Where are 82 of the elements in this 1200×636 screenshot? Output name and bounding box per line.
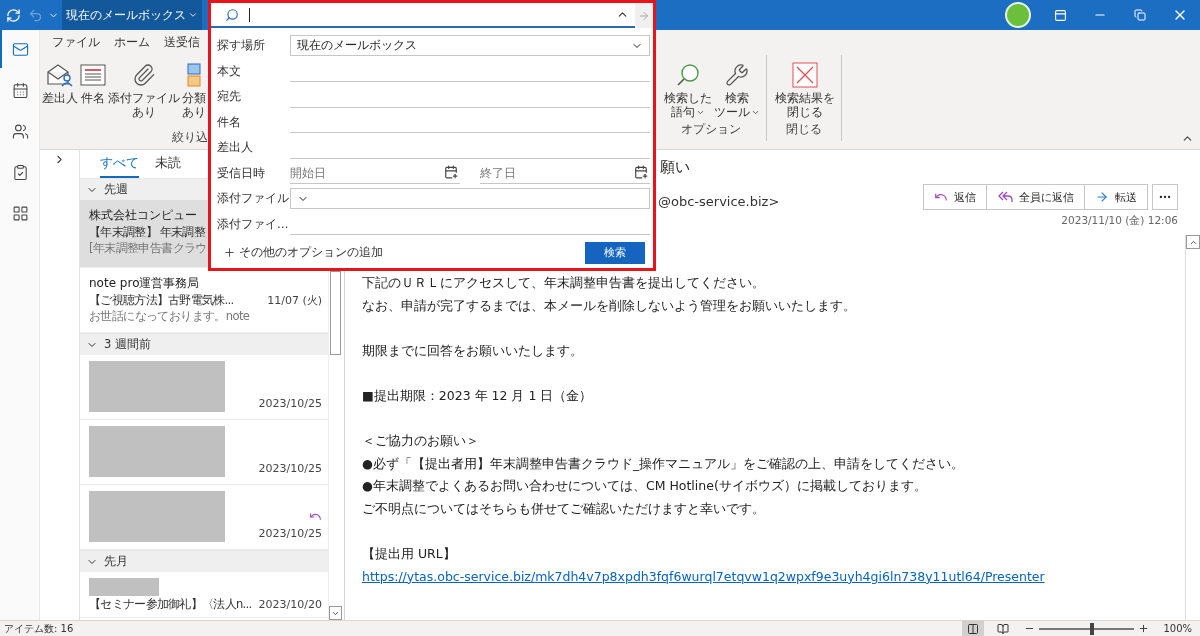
group-label: 絞り込: [171, 129, 208, 146]
ribbon-button[interactable]: 検索 ツール: [714, 57, 760, 121]
group-header[interactable]: 3 週間前: [80, 333, 328, 355]
scrollbar-thumb[interactable]: [330, 271, 341, 355]
field-label: 添付ファイ…: [217, 216, 290, 232]
normal-view-icon[interactable]: [962, 621, 985, 636]
avatar[interactable]: [1005, 2, 1031, 28]
close-box-icon: [792, 62, 818, 88]
message-preview: [年末調整申告書クラウ: [89, 240, 207, 256]
calendar-icon[interactable]: [634, 165, 648, 180]
ribbon-button[interactable]: 件名: [80, 57, 106, 107]
action-button[interactable]: 返信: [924, 185, 987, 209]
ribbon-button[interactable]: 分類 あり: [182, 57, 206, 121]
group-label: 3 週間前: [104, 337, 151, 352]
filter-tab[interactable]: 未読: [155, 154, 181, 178]
message-subject: 【年末調整】 年末調整: [89, 224, 205, 240]
reply-all-icon: [997, 190, 1013, 204]
magnifier-icon: [675, 62, 701, 88]
slider-thumb[interactable]: [1089, 622, 1094, 635]
search-button[interactable]: 検索: [585, 241, 645, 264]
ribbon-button[interactable]: 添付ファイル あり: [108, 57, 180, 121]
message-date: 2023/10/25: [258, 397, 322, 410]
dropdown[interactable]: 現在のメールボックス: [290, 35, 650, 57]
body-text: 【提出用 URL】: [362, 545, 457, 564]
date-field[interactable]: 開始日: [290, 162, 460, 185]
message-preview: お世話になっております。note: [89, 308, 250, 324]
message-subject: 【ご視聴方法】古野電気株...: [89, 292, 234, 308]
field-label: 差出人: [217, 140, 254, 156]
text-cursor: [249, 7, 250, 22]
paperclip-icon: [132, 63, 156, 87]
message-date: 11/07 (火): [267, 292, 322, 308]
field-label: 件名: [217, 114, 242, 130]
group-label: 先月: [104, 554, 128, 569]
message-date: 2023/10/20: [258, 597, 322, 611]
group-label: 閉じる: [785, 121, 823, 138]
body-text: 下記のＵＲＬにアクセスして、年末調整申告書を提出してください。: [362, 274, 766, 292]
ribbon-button[interactable]: 検索結果を 閉じる: [775, 57, 835, 121]
envelope-person-icon: [46, 62, 74, 88]
email-date: 2023/11/10 (金) 12:06: [1060, 213, 1178, 227]
chevron-down-icon: [188, 10, 198, 20]
mailbox-selector[interactable]: 現在のメールボックス: [62, 0, 202, 30]
group-label: オプション: [680, 121, 742, 138]
squares-icon: [186, 62, 202, 88]
url-link[interactable]: https://ytas.obc-service.biz/mk7dh4v7p8xpdh3fqf6wurql7etqvw1q2wpxf9e3uyh4gi6ln738y11utl64/Presenter: [362, 565, 1045, 589]
ribbon-button[interactable]: 差出人: [42, 57, 78, 107]
action-button[interactable]: 全員に返信: [987, 185, 1085, 209]
item-count: アイテム数: 16: [4, 621, 74, 636]
lines-icon: [80, 63, 106, 87]
body-text: ●年末調整でよくあるお問い合わせについては、CM Hotline(サイボウズ）に掲載しております。: [362, 477, 928, 496]
message-date: 2023/10/25: [258, 527, 322, 540]
body-text: ご不明点についてはそちらも併せてご確認いただけますと幸いです。: [362, 499, 766, 518]
email-subject: 願い: [660, 157, 690, 177]
message-date: 2023/10/25: [258, 462, 322, 475]
field-label: 受信日時: [217, 165, 266, 181]
calendar-icon[interactable]: [444, 165, 458, 180]
redaction-block: [89, 578, 159, 596]
zoom-in-icon[interactable]: [1138, 623, 1150, 634]
sender-name: note pro運営事務局: [89, 275, 200, 292]
date-field[interactable]: 終了日: [480, 162, 650, 185]
body-text: なお、申請が完了するまでは、本メールを削除しないよう管理をお願いいたします。: [362, 296, 857, 315]
field-label: 本文: [217, 63, 242, 79]
ribbon-tab[interactable]: 送受信: [164, 35, 200, 50]
group-label: 先週: [104, 182, 128, 197]
body-text: ●必ず「【提出者用】年末調整申告書クラウド_操作マニュアル」をご確認の上、申請をしてください。: [362, 454, 966, 473]
message-subject: 【セミナー参加御礼】〈法人n...: [89, 596, 252, 612]
plus-icon: [223, 246, 236, 259]
field-label: 宛先: [217, 89, 242, 105]
body-text: ＜ご協力のお願い＞: [362, 432, 480, 451]
group-header[interactable]: 先月: [80, 550, 328, 572]
zoom-level: 100%: [1163, 623, 1192, 634]
sender-name: 株式会社コンピュー: [89, 207, 197, 224]
sender-address: @obc-service.biz>: [658, 194, 780, 210]
ribbon-button[interactable]: 検索した 語句: [664, 57, 712, 121]
body-text: ■提出期限：2023 年 12 月 1 日（金）: [362, 386, 594, 405]
search-icon: [225, 7, 239, 22]
body-text: 期限までに回答をお願いいたします。: [362, 341, 584, 360]
wrench-icon: [725, 63, 749, 87]
ribbon-tab[interactable]: ファイル: [52, 35, 100, 50]
scrollbar[interactable]: [1185, 235, 1200, 620]
action-button[interactable]: 転送: [1085, 185, 1147, 209]
ribbon-tab[interactable]: ホーム: [114, 35, 150, 50]
field-label: 探す場所: [217, 38, 266, 54]
